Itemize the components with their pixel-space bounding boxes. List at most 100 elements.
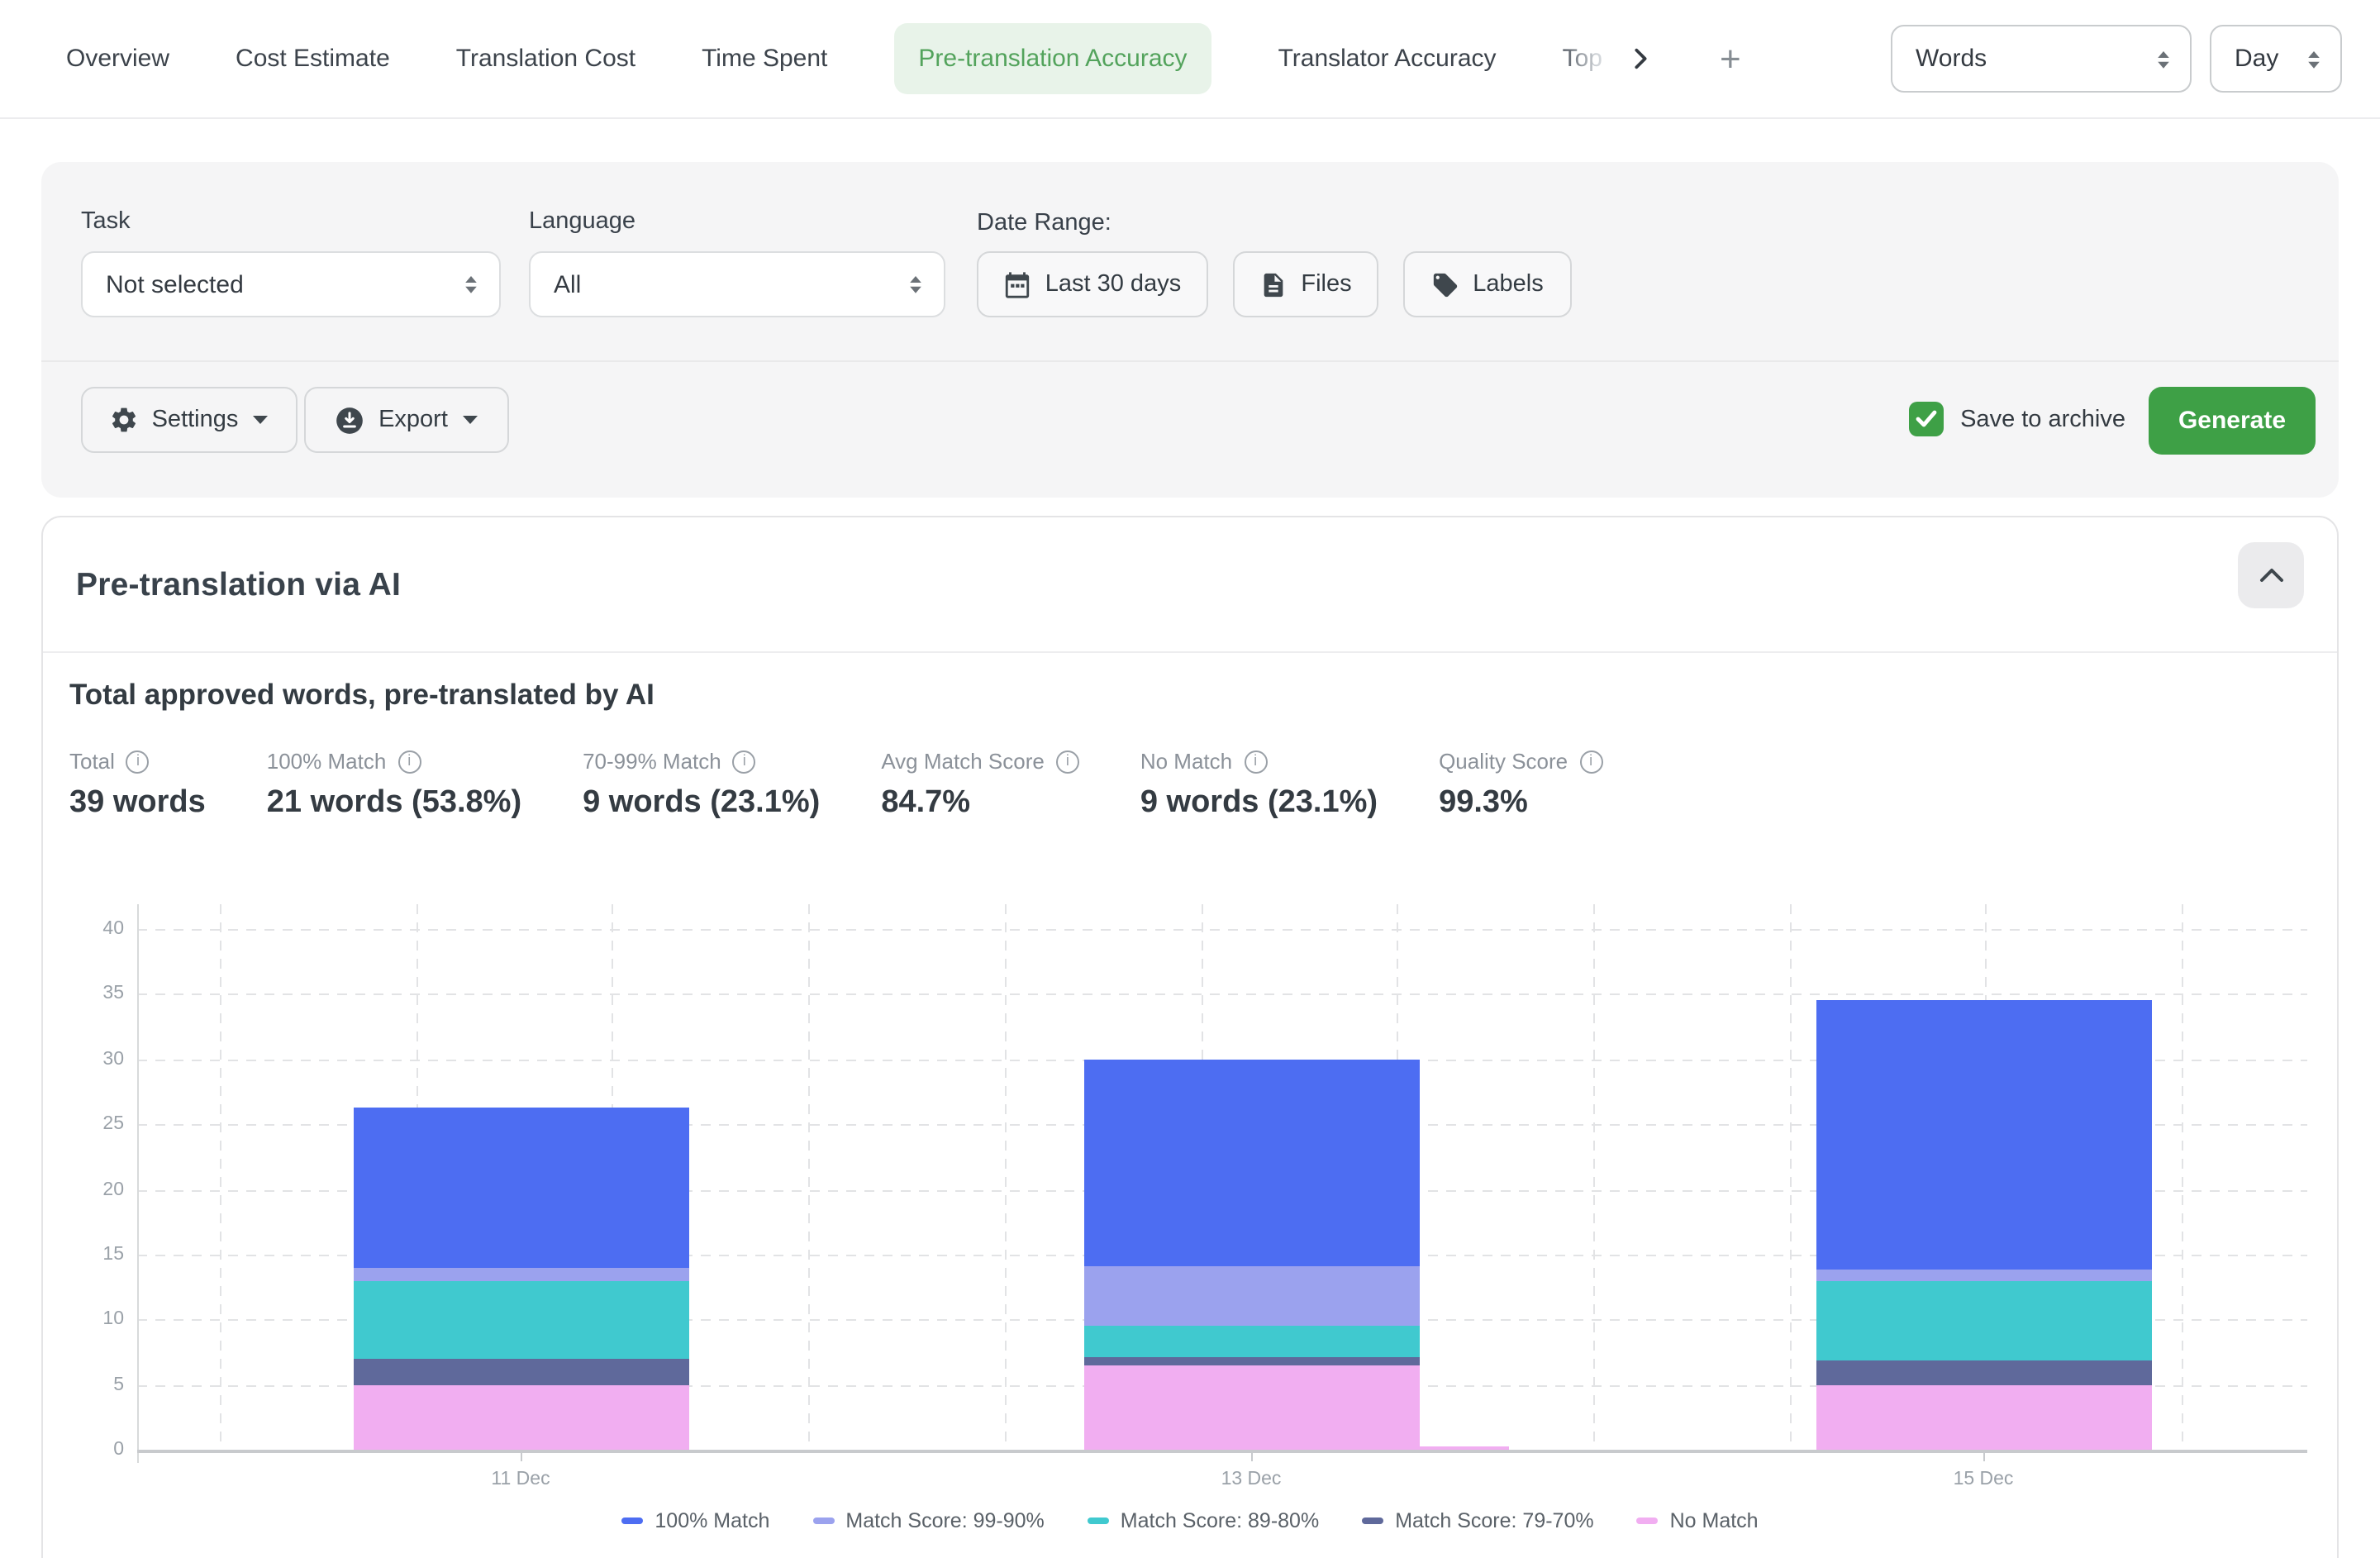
info-icon[interactable]: i: [1579, 750, 1602, 773]
save-to-archive-group: Save to archive: [1909, 402, 2125, 436]
legend-item[interactable]: 100% Match: [621, 1509, 769, 1532]
tab-translation-cost[interactable]: Translation Cost: [456, 45, 635, 73]
x-axis-date-label: 15 Dec: [1954, 1470, 2014, 1489]
y-axis-tick-label: 0: [68, 1440, 124, 1460]
task-label: Task: [81, 208, 131, 235]
legend-marker-icon: [1088, 1518, 1109, 1524]
bar-segment[interactable]: [353, 1384, 688, 1450]
chevron-up-icon: [2259, 567, 2283, 584]
date-range-label: Date Range:: [977, 210, 1111, 236]
bar-segment[interactable]: [1083, 1365, 1419, 1450]
info-icon[interactable]: i: [126, 750, 150, 773]
v-gridline: [2182, 904, 2183, 1450]
y-axis-tick-label: 20: [68, 1179, 124, 1199]
legend-marker-icon: [1637, 1518, 1659, 1524]
updown-stepper-icon: [902, 271, 929, 298]
x-axis-line: [137, 1450, 2307, 1452]
add-report-tab-button[interactable]: +: [1720, 40, 1741, 77]
bar-segment[interactable]: [353, 1268, 688, 1281]
info-icon[interactable]: i: [1244, 750, 1267, 773]
bar-segment[interactable]: [1816, 1360, 2151, 1384]
labels-button-label: Labels: [1473, 271, 1543, 298]
bar-segment[interactable]: [1083, 1357, 1419, 1365]
bar-segment[interactable]: [353, 1280, 688, 1359]
bar-segment[interactable]: [1083, 1266, 1419, 1326]
settings-button-label: Settings: [152, 407, 239, 433]
language-select[interactable]: All: [529, 251, 945, 317]
panel-divider: [41, 360, 2339, 362]
card-header: Pre-translation via AI: [43, 517, 2337, 653]
y-axis-tick-label: 40: [68, 919, 124, 939]
language-select-value: All: [554, 270, 581, 298]
v-gridline: [1005, 904, 1007, 1450]
card-title: Pre-translation via AI: [76, 567, 401, 605]
stat-label: Avg Match Score: [881, 749, 1045, 774]
legend-label: 100% Match: [654, 1509, 769, 1532]
tab-overview[interactable]: Overview: [66, 45, 169, 73]
bar-segment[interactable]: [1083, 1326, 1419, 1357]
h-gridline: [137, 929, 2307, 931]
stat-value: 39 words: [69, 785, 206, 822]
stat-value: 99.3%: [1439, 785, 1602, 822]
legend-marker-icon: [621, 1518, 643, 1524]
generate-button[interactable]: Generate: [2149, 387, 2316, 455]
caret-down-icon: [461, 413, 479, 426]
task-select[interactable]: Not selected: [81, 251, 501, 317]
x-axis-date-label: 13 Dec: [1221, 1470, 1282, 1489]
baseline-sliver: [1419, 1446, 1508, 1450]
legend-item[interactable]: Match Score: 89-80%: [1088, 1509, 1319, 1532]
bar-segment[interactable]: [353, 1359, 688, 1385]
collapse-card-button[interactable]: [2238, 542, 2304, 608]
y-axis-tick-label: 25: [68, 1114, 124, 1134]
save-to-archive-checkbox[interactable]: [1909, 402, 1944, 436]
h-gridline: [137, 994, 2307, 996]
tab-translator-accuracy[interactable]: Translator Accuracy: [1278, 45, 1497, 73]
date-range-button[interactable]: Last 30 days: [977, 251, 1208, 317]
stat: Avg Match Score i 84.7%: [881, 749, 1079, 822]
info-icon[interactable]: i: [733, 750, 756, 773]
info-icon[interactable]: i: [397, 750, 421, 773]
y-axis-tick-label: 15: [68, 1245, 124, 1265]
info-icon[interactable]: i: [1056, 750, 1079, 773]
bar-segment[interactable]: [1816, 1384, 2151, 1450]
legend-item[interactable]: Match Score: 99-90%: [812, 1509, 1044, 1532]
bar-segment[interactable]: [1816, 1282, 2151, 1360]
period-select[interactable]: Day: [2210, 25, 2342, 93]
bar-segment[interactable]: [1816, 999, 2151, 1269]
x-axis-tick: [1251, 1451, 1253, 1461]
file-icon: [1259, 270, 1288, 298]
bar-segment[interactable]: [1083, 1060, 1419, 1266]
tag-icon: [1431, 270, 1459, 298]
stat-value: 84.7%: [881, 785, 1079, 822]
unit-select[interactable]: Words: [1891, 25, 2192, 93]
settings-button[interactable]: Settings: [81, 387, 298, 453]
tab-cost-estimate[interactable]: Cost Estimate: [236, 45, 390, 73]
labels-button[interactable]: Labels: [1403, 251, 1572, 317]
save-to-archive-label: Save to archive: [1960, 406, 2125, 432]
bar-segment[interactable]: [1816, 1269, 2151, 1282]
legend-item[interactable]: No Match: [1637, 1509, 1759, 1532]
stat-label: 70-99% Match: [583, 749, 721, 774]
tab-top[interactable]: Top: [1563, 45, 1602, 73]
period-select-value: Day: [2235, 45, 2278, 73]
legend-label: Match Score: 99-90%: [845, 1509, 1044, 1532]
check-icon: [1916, 410, 1937, 428]
files-button[interactable]: Files: [1233, 251, 1378, 317]
chevron-right-icon: [1629, 46, 1654, 71]
export-button[interactable]: Export: [304, 387, 509, 453]
stat: Quality Scorei99.3%: [1439, 749, 1602, 822]
bar-segment[interactable]: [353, 1108, 688, 1268]
tab-time-spent[interactable]: Time Spent: [702, 45, 827, 73]
y-axis-line: [137, 904, 139, 1463]
plus-icon: +: [1720, 37, 1741, 79]
x-axis-tick: [521, 1451, 522, 1461]
legend-label: Match Score: 89-80%: [1121, 1509, 1319, 1532]
legend-item[interactable]: Match Score: 79-70%: [1362, 1509, 1593, 1532]
gear-icon: [109, 405, 139, 435]
v-gridline: [1593, 904, 1595, 1450]
tab-pre-translation-accuracy[interactable]: Pre-translation Accuracy: [893, 23, 1211, 94]
filters-panel: Task Language Date Range: Not selected A…: [41, 162, 2339, 498]
legend-marker-icon: [1362, 1518, 1383, 1524]
tabs-overflow-button[interactable]: [1629, 46, 1654, 71]
report-tabs-bar: Overview Cost Estimate Translation Cost Tim…: [0, 0, 2380, 119]
